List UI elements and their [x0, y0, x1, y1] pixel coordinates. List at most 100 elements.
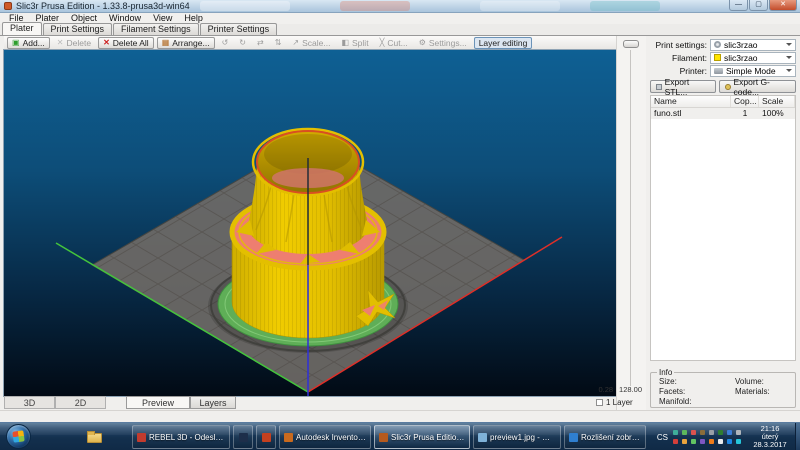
tab-printer-settings[interactable]: Printer Settings [200, 23, 278, 35]
plater-toolbar: ▣Add... ✕Delete ✕Delete All ▦Arrange... … [4, 36, 616, 50]
tray-icon[interactable] [709, 439, 714, 444]
printer-label: Printer: [650, 66, 710, 76]
tab-preview[interactable]: Preview [126, 396, 190, 409]
windows-taskbar: REBEL 3D - Odeslat o... Autodesk Invento… [0, 422, 800, 450]
delete-button[interactable]: ✕Delete [53, 37, 95, 49]
show-desktop-button[interactable] [795, 423, 800, 450]
tab-3d[interactable]: 3D [4, 396, 55, 409]
taskbar-button-inventor[interactable]: Autodesk Inventor Pr... [279, 425, 371, 449]
print-settings-combo[interactable]: slic3rzao [710, 39, 796, 51]
delete-all-button[interactable]: ✕Delete All [98, 37, 154, 49]
layer-editing-button[interactable]: Layer editing [474, 37, 533, 49]
chevron-down-icon [786, 56, 792, 62]
filament-combo[interactable]: slic3rzao [710, 52, 796, 64]
printer-icon [714, 68, 723, 74]
maximize-button[interactable]: ▢ [749, 0, 768, 11]
tray-icon[interactable] [727, 430, 732, 435]
printer-combo[interactable]: Simple Mode [710, 65, 796, 77]
column-name[interactable]: Name [651, 96, 731, 107]
taskbar-button-paint[interactable]: preview1.jpg - Malov... [473, 425, 561, 449]
add-button[interactable]: ▣Add... [7, 37, 50, 49]
clock[interactable]: 21:16 úterý 28.3.2017 [748, 425, 792, 449]
chevron-down-icon [786, 43, 792, 49]
taskbar-button-display-settings[interactable]: Rozlišení zobrazení [564, 425, 646, 449]
info-volume-label: Volume: [735, 377, 770, 387]
close-button[interactable]: ✕ [769, 0, 797, 11]
app-icon [262, 433, 271, 442]
mirror-h-icon: ⇄ [257, 39, 264, 47]
viewport-canvas [4, 50, 616, 396]
view-tab-row: 3D 2D Preview Layers [4, 396, 236, 409]
viewport-3d[interactable] [4, 50, 616, 396]
start-button[interactable] [6, 424, 31, 449]
tab-plater[interactable]: Plater [2, 22, 42, 35]
info-size-label: Size: [659, 377, 691, 387]
language-indicator[interactable]: CS [657, 433, 668, 442]
tab-filament-settings[interactable]: Filament Settings [113, 23, 199, 35]
tray-icon[interactable] [709, 430, 714, 435]
tray-icon[interactable] [718, 439, 723, 444]
single-layer-row: 1 Layer [596, 398, 633, 407]
info-manifold-label: Manifold: [659, 397, 691, 407]
tray-icon[interactable] [718, 430, 723, 435]
taskbar-button-slic3r[interactable]: Slic3r Prusa Edition - ... [374, 425, 470, 449]
rotate-ccw-button[interactable]: ↺ [218, 37, 233, 49]
aero-glass-blob [590, 1, 660, 11]
title-bar: Slic3r Prusa Edition - 1.33.8-prusa3d-wi… [0, 0, 800, 13]
tray-icon[interactable] [682, 439, 687, 444]
mirror-v-button[interactable]: ⇅ [271, 37, 286, 49]
add-icon: ▣ [12, 39, 20, 47]
settings-button[interactable]: ⚙Settings... [415, 37, 471, 49]
single-layer-checkbox[interactable] [596, 399, 603, 406]
filament-color-swatch [714, 54, 721, 61]
arrange-icon: ▦ [162, 39, 170, 47]
object-list-header: Name Cop... Scale [651, 96, 795, 108]
filament-value: slic3rzao [724, 53, 758, 63]
slic3r-app-icon [4, 2, 12, 10]
tray-icon[interactable] [727, 439, 732, 444]
arrange-button[interactable]: ▦Arrange... [157, 37, 215, 49]
app-icon [239, 433, 248, 442]
minimize-button[interactable]: — [729, 0, 748, 11]
rotate-cw-icon: ↻ [239, 39, 246, 47]
table-row[interactable]: funo.stl 1 100% [651, 108, 795, 119]
rotate-cw-button[interactable]: ↻ [235, 37, 250, 49]
cut-button[interactable]: ╳Cut... [376, 37, 412, 49]
tray-icon[interactable] [700, 430, 705, 435]
tab-print-settings[interactable]: Print Settings [43, 23, 113, 35]
taskbar-button-rebel[interactable]: REBEL 3D - Odeslat o... [132, 425, 230, 449]
taskbar-button-icon-1[interactable] [233, 425, 253, 449]
delete-icon: ✕ [57, 39, 64, 47]
aero-glass-blob [480, 1, 560, 11]
layer-height-range: 0.28128.00 [576, 385, 642, 394]
tray-icon[interactable] [691, 439, 696, 444]
column-scale[interactable]: Scale [759, 96, 795, 107]
print-settings-label: Print settings: [650, 40, 710, 50]
settings-gear-icon: ⚙ [419, 39, 426, 47]
tray-icon[interactable] [673, 430, 678, 435]
column-copies[interactable]: Cop... [731, 96, 759, 107]
tray-icon[interactable] [682, 430, 687, 435]
tray-icon[interactable] [673, 439, 678, 444]
tray-icon[interactable] [736, 439, 741, 444]
layer-slider-handle[interactable] [623, 40, 639, 48]
windows-flag-icon [12, 430, 24, 442]
layer-slider-strip [616, 36, 646, 410]
split-button[interactable]: ◧Split [337, 37, 372, 49]
taskbar-button-icon-2[interactable] [256, 425, 276, 449]
mirror-h-button[interactable]: ⇄ [253, 37, 268, 49]
tab-2d[interactable]: 2D [55, 396, 106, 409]
tray-icon[interactable] [700, 439, 705, 444]
export-stl-button[interactable]: Export STL... [650, 80, 716, 93]
info-box: Info Size: Facets: Manifold: Volume: Mat… [650, 372, 796, 408]
status-bar [0, 410, 800, 422]
scale-button[interactable]: ↗Scale... [288, 37, 334, 49]
aero-glass-blob [200, 1, 290, 11]
tray-icon[interactable] [736, 430, 741, 435]
mirror-v-icon: ⇅ [275, 39, 282, 47]
tab-layers[interactable]: Layers [190, 396, 236, 409]
delete-all-icon: ✕ [103, 39, 110, 47]
explorer-pinned-button[interactable] [84, 426, 106, 448]
tray-icon[interactable] [691, 430, 696, 435]
export-gcode-button[interactable]: Export G-code... [719, 80, 796, 93]
